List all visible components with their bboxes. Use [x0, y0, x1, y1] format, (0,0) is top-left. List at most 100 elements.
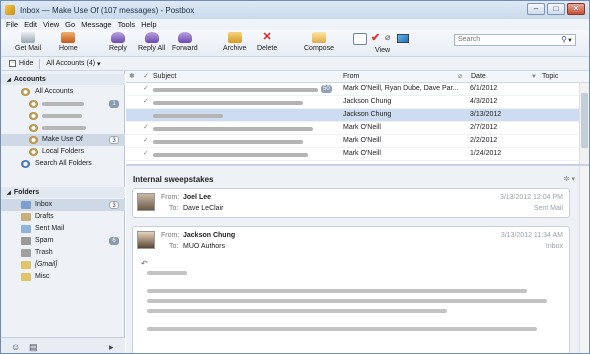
to-label: To:	[169, 205, 179, 212]
message-from: Mark O'Neill	[343, 150, 381, 157]
sidebar-item-account[interactable]: 1	[1, 98, 125, 110]
archive-button[interactable]: Archive	[223, 32, 246, 52]
recipient-name[interactable]: MUO Authors	[183, 243, 225, 250]
search-placeholder: Search	[458, 36, 481, 43]
trash-icon	[21, 249, 31, 257]
hide-button[interactable]: ▫ Hide	[9, 60, 33, 67]
column-from[interactable]: From	[343, 71, 359, 83]
home-button[interactable]: Home	[59, 32, 78, 52]
search-folder-icon	[21, 160, 30, 168]
close-button[interactable]: ✕	[567, 3, 585, 15]
blurred-body-text	[147, 327, 537, 331]
account-icon	[29, 136, 38, 144]
menu-message[interactable]: Message	[81, 20, 111, 29]
reply-button[interactable]: Reply	[109, 32, 127, 52]
message-folder: Sent Mail	[533, 205, 563, 212]
hide-label: Hide	[19, 60, 34, 67]
read-check-icon[interactable]: ✓	[143, 135, 149, 147]
minimize-button[interactable]: –	[527, 3, 545, 15]
reply-icon	[110, 32, 125, 43]
sidebar-item-drafts[interactable]: Drafts	[1, 211, 125, 223]
checkmark-icon[interactable]: ✔	[371, 31, 380, 44]
menu-help[interactable]: Help	[141, 20, 156, 29]
column-topic[interactable]: Topic	[542, 71, 558, 83]
table-row[interactable]: ✓ Jackson Chung 4/3/2012	[126, 96, 579, 109]
recipient-name[interactable]: Dave LeClair	[183, 205, 223, 212]
sidebar-item-gmail[interactable]: [Gmail]	[1, 259, 125, 271]
get-mail-button[interactable]: Get Mail	[15, 32, 41, 52]
thread-column-icon[interactable]: ✱	[129, 71, 135, 83]
get-mail-icon	[21, 32, 36, 43]
collapse-triangle-icon: ◢	[7, 190, 11, 196]
table-row[interactable]: ✓ Mark O'Neill 1/24/2012	[126, 148, 579, 161]
sender-name[interactable]: Joel Lee	[183, 194, 211, 201]
sidebar-item-inbox[interactable]: Inbox 3	[1, 199, 125, 211]
read-check-icon[interactable]: ✓	[143, 148, 149, 160]
window-controls: – □ ✕	[527, 3, 585, 15]
reply-all-button[interactable]: Reply All	[138, 32, 165, 52]
account-selector-label: All Accounts (4)	[46, 59, 96, 67]
message-date: 2/7/2012	[470, 124, 498, 131]
gear-icon[interactable]: ✲ ▾	[564, 175, 575, 183]
sidebar-item-search-all[interactable]: Search All Folders	[1, 158, 125, 170]
sidebar-item-label: Inbox	[35, 201, 53, 208]
menu-go[interactable]: Go	[65, 20, 75, 29]
table-row-selected[interactable]: Jackson Chung 3/13/2012	[126, 109, 579, 122]
reading-pane-scrollbar[interactable]	[579, 166, 589, 353]
read-column-icon[interactable]: ✓	[143, 71, 149, 83]
menu-tools[interactable]: Tools	[118, 20, 136, 29]
paperclip-icon[interactable]: ⌀	[385, 32, 390, 43]
sidebar-item-make-use-of[interactable]: Make Use Of 3	[1, 134, 125, 146]
account-icon	[29, 124, 38, 132]
column-date[interactable]: Date	[471, 71, 486, 83]
view-layout-button[interactable]	[353, 33, 367, 45]
contacts-icon[interactable]: ☺	[11, 342, 20, 352]
attachment-column-icon[interactable]: ⌀	[458, 71, 462, 83]
sidebar-item-misc[interactable]: Misc	[1, 271, 125, 283]
table-row[interactable]: ✓ 50 Mark O'Neill, Ryan Dube, Dave Par..…	[126, 83, 579, 96]
compose-button[interactable]: Compose	[304, 32, 334, 52]
search-input[interactable]: Search ⚲ ▼	[454, 34, 576, 46]
sidebar-item-spam[interactable]: Spam 6	[1, 235, 125, 247]
menu-file[interactable]: File	[6, 20, 18, 29]
folders-header[interactable]: ◢ Folders	[1, 187, 125, 198]
avatar	[137, 231, 155, 249]
view-label: View	[375, 47, 391, 54]
forward-button[interactable]: Forward	[172, 32, 198, 52]
delete-icon: ✕	[262, 31, 272, 43]
sidebar-item-all-accounts[interactable]: All Accounts	[1, 86, 125, 98]
menu-edit[interactable]: Edit	[24, 20, 37, 29]
accounts-header[interactable]: ◢ Accounts	[1, 74, 125, 85]
blurred-body-text	[147, 289, 527, 293]
delete-button[interactable]: ✕ Delete	[257, 31, 277, 53]
sidebar-item-trash[interactable]: Trash	[1, 247, 125, 259]
sidebar-item-sent-mail[interactable]: Sent Mail	[1, 223, 125, 235]
blurred-subject	[153, 127, 313, 131]
panel-toggle-icon[interactable]: ▸	[109, 342, 114, 353]
menu-view[interactable]: View	[43, 20, 59, 29]
hide-toggle-icon: ▫	[9, 60, 16, 67]
sidebar-item-local-folders[interactable]: Local Folders	[1, 146, 125, 158]
maximize-button[interactable]: □	[547, 3, 565, 15]
blurred-subject	[153, 153, 308, 157]
read-check-icon[interactable]: ✓	[143, 96, 149, 108]
message-card-collapsed[interactable]: From: Joel Lee To: Dave LeClair 3/13/201…	[132, 188, 570, 218]
table-row[interactable]: ✓ Mark O'Neill 2/2/2012	[126, 135, 579, 148]
forward-label: Forward	[172, 45, 198, 52]
read-check-icon[interactable]: ✓	[143, 83, 149, 95]
scrollbar-thumb[interactable]	[581, 93, 588, 148]
column-subject[interactable]: Subject	[153, 71, 176, 83]
local-folders-icon	[29, 148, 38, 156]
account-selector[interactable]: All Accounts (4) ▾	[46, 60, 100, 68]
image-icon[interactable]	[397, 34, 409, 43]
read-check-icon[interactable]: ✓	[143, 122, 149, 134]
sidebar-item-label: Trash	[35, 249, 53, 256]
message-list-scrollbar[interactable]	[579, 83, 589, 164]
sender-name[interactable]: Jackson Chung	[183, 232, 235, 239]
sidebar-item-account[interactable]	[1, 110, 125, 122]
table-row[interactable]: ✓ Mark O'Neill 2/7/2012	[126, 122, 579, 135]
notes-icon[interactable]: ▤	[29, 342, 38, 353]
sidebar-item-account[interactable]	[1, 122, 125, 134]
search-dropdown-arrow-icon[interactable]: ▼	[567, 36, 573, 46]
reply-arrow-icon[interactable]: ↶	[141, 259, 148, 268]
